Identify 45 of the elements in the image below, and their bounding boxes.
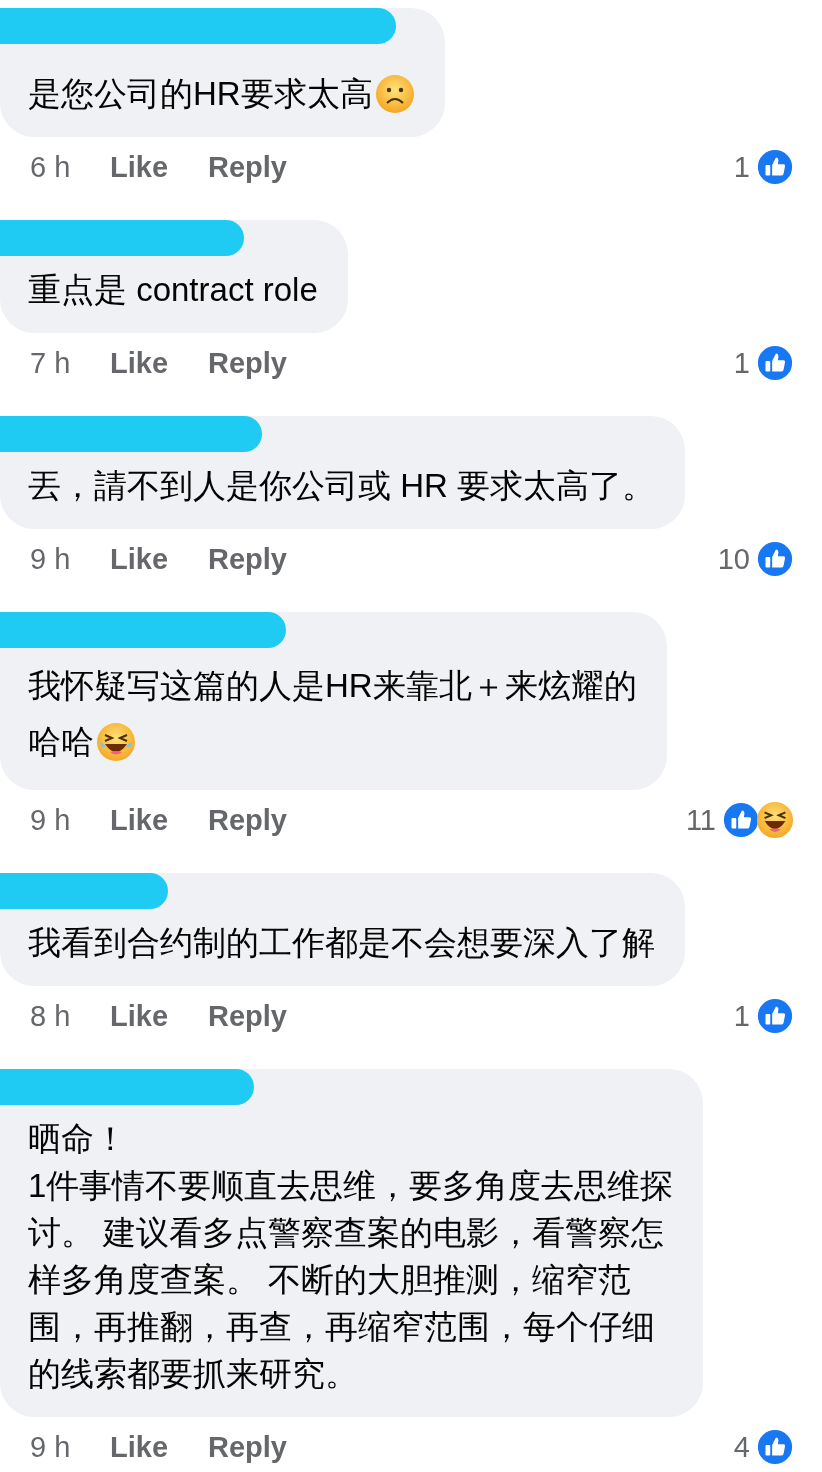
timestamp: 6 h [30, 150, 72, 184]
frowning-face-icon [374, 73, 415, 114]
timestamp: 9 h [30, 1430, 72, 1464]
laughing-face-icon [96, 722, 136, 762]
comment-text: 1件事情不要顺直去思维，要多角度去思维探 [28, 1166, 674, 1206]
timestamp: 8 h [30, 999, 72, 1033]
timestamp: 7 h [30, 346, 72, 380]
reply-link[interactable]: Reply [208, 542, 287, 576]
like-link[interactable]: Like [110, 1430, 169, 1464]
comment-text: 围，再推翻，再查，再缩窄范围，每个仔细 [28, 1307, 655, 1347]
reply-link[interactable]: Reply [208, 346, 287, 380]
reaction-count: 1 [733, 150, 750, 184]
like-link[interactable]: Like [110, 542, 169, 576]
like-link[interactable]: Like [110, 150, 169, 184]
thumbs-up-icon [756, 997, 794, 1035]
reaction-count: 11 [685, 803, 716, 837]
reaction-count: 4 [733, 1430, 750, 1464]
comment-text: 晒命！ [28, 1119, 127, 1159]
comment-text: 是您公司的HR要求太高 [28, 74, 373, 114]
timestamp: 9 h [30, 542, 72, 576]
like-link[interactable]: Like [110, 346, 169, 380]
comment-text: 我看到合约制的工作都是不会想要深入了解 [28, 923, 655, 963]
reply-link[interactable]: Reply [208, 803, 287, 837]
reply-link[interactable]: Reply [208, 150, 287, 184]
comment-text: 的线索都要抓来研究。 [28, 1354, 358, 1394]
comment-text: 讨。 建议看多点警察查案的电影，看警察怎 [28, 1213, 665, 1253]
reaction-count: 10 [717, 542, 750, 576]
reaction-count: 1 [733, 346, 750, 380]
thumbs-up-icon [756, 1428, 794, 1466]
like-link[interactable]: Like [110, 803, 169, 837]
reaction-count: 1 [733, 999, 750, 1033]
thumbs-up-icon [722, 801, 760, 839]
comment-text: 我怀疑写这篇的人是HR来靠北＋来炫耀的 [28, 666, 637, 706]
reply-link[interactable]: Reply [208, 999, 287, 1033]
comment-text: 重点是 contract role [28, 270, 318, 310]
thumbs-up-icon [756, 540, 794, 578]
like-link[interactable]: Like [110, 999, 169, 1033]
comment-text: 丟，請不到人是你公司或 HR 要求太高了。 [28, 466, 655, 506]
comment-text: 样多角度查案。 不断的大胆推测，缩窄范 [28, 1260, 632, 1300]
reply-link[interactable]: Reply [208, 1430, 287, 1464]
timestamp: 9 h [30, 803, 72, 837]
thumbs-up-icon [756, 148, 794, 186]
thumbs-up-icon [756, 344, 794, 382]
laughing-face-icon [756, 801, 794, 839]
comment-text: 哈哈 [28, 722, 94, 762]
